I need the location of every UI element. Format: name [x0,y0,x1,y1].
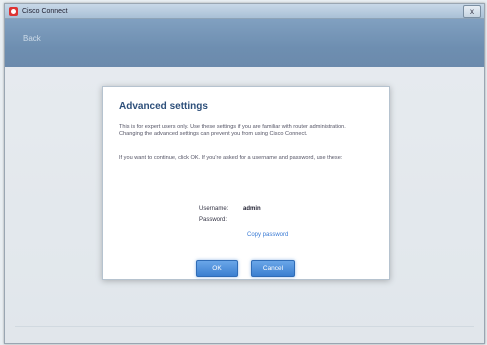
advanced-settings-dialog: Advanced settings This is for expert use… [102,86,390,280]
username-value: admin [243,206,261,212]
password-label: Password: [199,217,228,223]
window-title: Cisco Connect [22,7,68,15]
dialog-instructions: If you want to continue, click OK. If yo… [119,155,343,161]
username-row: Username: admin [199,206,319,212]
ok-button[interactable]: OK [196,260,238,277]
cancel-button[interactable]: Cancel [251,260,295,277]
dialog-title: Advanced settings [119,101,208,112]
username-label: Username: [199,206,229,212]
cisco-logo-icon [9,6,18,16]
close-icon[interactable]: x [463,5,481,18]
password-row: Password: [199,217,319,223]
title-bar: Cisco Connect x [5,4,484,19]
dialog-description: This is for expert users only. Use these… [119,124,346,137]
copy-password-link[interactable]: Copy password [247,232,288,238]
